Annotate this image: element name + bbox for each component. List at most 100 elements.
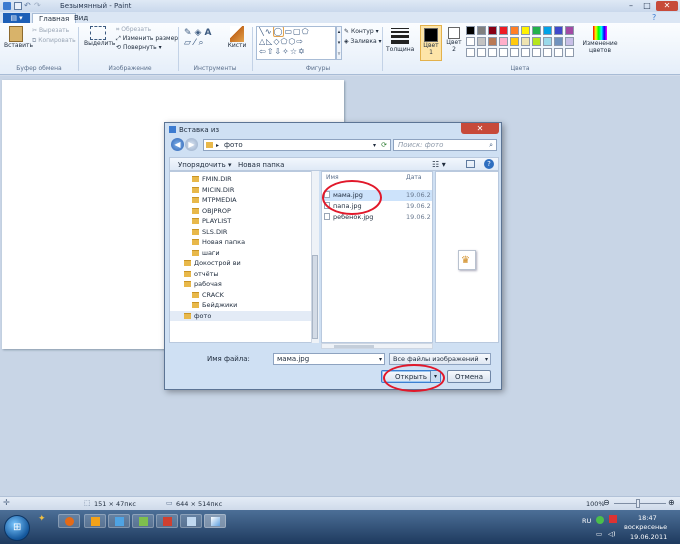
security-icon[interactable] — [609, 515, 617, 523]
shapes-gallery[interactable]: ╲∿◯▭▢⬠ △◺◇⬠⬡⇨ ⇦⇧⇩✧☆✡ — [256, 26, 336, 60]
battery-icon[interactable]: ▭ — [596, 530, 602, 538]
taskbar-app[interactable] — [180, 514, 202, 528]
empty-palette-swatch[interactable] — [532, 48, 541, 57]
size-button[interactable]: Толщина — [386, 26, 414, 53]
save-icon[interactable] — [14, 2, 22, 10]
forward-button[interactable]: ▶ — [185, 138, 198, 151]
file-menu-button[interactable]: ▤ ▾ — [3, 13, 30, 23]
filename-input[interactable]: мама.jpg ▾ — [273, 353, 385, 365]
oval-shape-icon[interactable]: ◯ — [272, 27, 285, 37]
resize-button[interactable]: ⤢ Изменить размер — [116, 35, 178, 43]
help-icon[interactable]: ? — [484, 159, 494, 169]
redo-icon[interactable]: ↷ — [34, 1, 41, 10]
palette-swatch[interactable] — [565, 26, 574, 35]
tree-folder-item[interactable]: фото — [170, 310, 318, 321]
chevron-down-icon[interactable]: ▾ — [373, 140, 376, 151]
undo-icon[interactable]: ↶ — [24, 1, 31, 10]
palette-swatch[interactable] — [521, 37, 530, 46]
help-icon[interactable]: ? — [652, 13, 656, 22]
palette-swatch[interactable] — [532, 26, 541, 35]
paint-app-icon[interactable] — [3, 2, 11, 10]
tree-folder-item[interactable]: Новая папка — [170, 237, 318, 248]
search-input[interactable]: Поиск: фото ⌕ — [393, 139, 497, 151]
tree-folder-item[interactable]: SLS.DIR — [170, 227, 318, 238]
tree-folder-item[interactable]: FMIN.DIR — [170, 174, 318, 185]
tree-folder-item[interactable]: отчёты — [170, 269, 318, 280]
star-six-icon[interactable]: ✡ — [298, 47, 306, 56]
file-list-hscrollbar[interactable] — [321, 343, 433, 349]
color2-button[interactable]: Цвет 2 — [444, 25, 464, 53]
taskbar-paint[interactable] — [204, 514, 226, 528]
fill-button[interactable]: ◈ Заливка ▾ — [344, 38, 382, 46]
zoom-slider[interactable] — [614, 503, 666, 504]
rotate-button[interactable]: ⟲ Повернуть ▾ — [116, 44, 162, 52]
tree-folder-item[interactable]: OBJPROP — [170, 206, 318, 217]
zoom-out-icon[interactable]: ⊖ — [603, 498, 610, 507]
empty-palette-swatch[interactable] — [565, 48, 574, 57]
palette-swatch[interactable] — [499, 37, 508, 46]
tree-folder-item[interactable]: Докострой ви — [170, 258, 318, 269]
preview-pane-icon[interactable] — [466, 160, 475, 168]
curve-shape-icon[interactable]: ∿ — [265, 27, 273, 36]
view-options-icon[interactable]: ☷ ▾ — [432, 160, 446, 169]
palette-swatch[interactable] — [499, 26, 508, 35]
tab-view[interactable]: Вид — [68, 13, 94, 23]
cancel-button[interactable]: Отмена — [447, 370, 491, 383]
volume-icon[interactable]: ◁) — [608, 530, 616, 538]
arrow-right-icon[interactable]: ⇨ — [296, 37, 304, 46]
taskbar-explorer[interactable] — [108, 514, 130, 528]
select-button[interactable]: Выделить — [84, 26, 115, 47]
address-bar[interactable]: ▸ фото ▾ ⟳ — [203, 139, 391, 151]
palette-swatch[interactable] — [466, 26, 475, 35]
palette-swatch[interactable] — [565, 37, 574, 46]
language-indicator[interactable]: RU — [582, 517, 591, 525]
network-status-icon[interactable] — [596, 516, 604, 524]
shapes-scroll[interactable]: ▴ ▾ ▿ — [336, 26, 342, 60]
refresh-icon[interactable]: ⟳ — [381, 140, 387, 151]
back-button[interactable]: ◀ — [171, 138, 184, 151]
taskbar-app[interactable] — [156, 514, 178, 528]
new-folder-button[interactable]: Новая папка — [238, 161, 284, 169]
scrollbar-thumb[interactable] — [334, 345, 374, 348]
empty-palette-swatch[interactable] — [543, 48, 552, 57]
palette-swatch[interactable] — [466, 37, 475, 46]
empty-palette-swatch[interactable] — [499, 48, 508, 57]
palette-swatch[interactable] — [488, 26, 497, 35]
tree-folder-item[interactable]: CRACK — [170, 290, 318, 301]
empty-palette-swatch[interactable] — [521, 48, 530, 57]
taskbar-app[interactable] — [132, 514, 154, 528]
taskbar-browser[interactable] — [58, 514, 80, 528]
star-five-icon[interactable]: ☆ — [290, 47, 298, 56]
palette-swatch[interactable] — [510, 37, 519, 46]
empty-palette-swatch[interactable] — [510, 48, 519, 57]
start-button[interactable]: ⊞ — [4, 515, 30, 541]
palette-swatch[interactable] — [543, 37, 552, 46]
copy-button[interactable]: ⧉ Копировать — [32, 37, 76, 45]
column-name[interactable]: Имя — [326, 174, 339, 181]
zoom-in-icon[interactable]: ⊕ — [668, 498, 675, 507]
taskbar-media[interactable] — [84, 514, 106, 528]
empty-palette-swatch[interactable] — [477, 48, 486, 57]
close-button[interactable]: ✕ — [656, 1, 678, 11]
tree-folder-item[interactable]: PLAYLIST — [170, 216, 318, 227]
empty-palette-swatch[interactable] — [488, 48, 497, 57]
tree-folder-item[interactable]: MICIN.DIR — [170, 185, 318, 196]
chevron-down-icon[interactable]: ▾ — [379, 354, 382, 365]
edit-colors-button[interactable]: Изменение цветов — [582, 26, 618, 54]
polygon-icon[interactable]: ⬠ — [302, 27, 310, 36]
eraser-icon[interactable]: ▱ — [184, 38, 194, 48]
star-four-icon[interactable]: ✧ — [282, 47, 290, 56]
brushes-button[interactable]: Кисти — [226, 26, 248, 49]
magnifier-icon[interactable]: ⌕ — [198, 38, 206, 48]
clock-time[interactable]: 18:47 — [638, 514, 657, 522]
filetype-select[interactable]: Все файлы изображений ▾ — [389, 353, 491, 365]
column-date[interactable]: Дата — [406, 174, 422, 181]
arrow-left-icon[interactable]: ⇦ — [259, 47, 267, 56]
tree-folder-item[interactable]: Бейджики — [170, 300, 318, 311]
paste-button[interactable]: Вставить — [4, 26, 33, 49]
color1-button[interactable]: Цвет 1 — [420, 25, 442, 61]
text-icon[interactable]: A — [204, 28, 214, 38]
palette-swatch[interactable] — [510, 26, 519, 35]
zoom-slider-thumb[interactable] — [636, 499, 640, 508]
tree-folder-item[interactable]: шаги — [170, 248, 318, 259]
